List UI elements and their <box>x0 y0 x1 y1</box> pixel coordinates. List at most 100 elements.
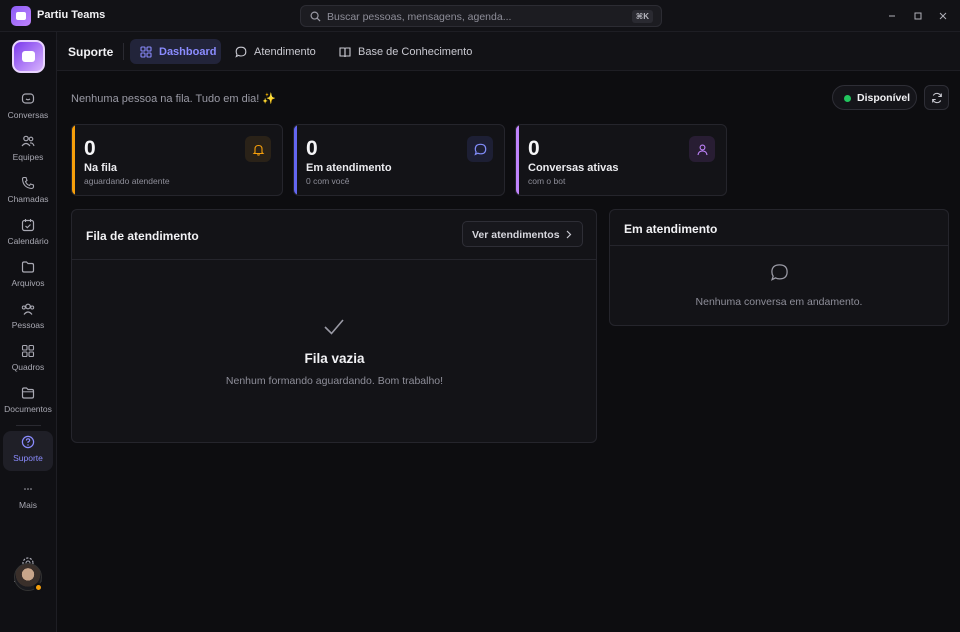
tab-label: Atendimento <box>254 45 316 58</box>
stat-label: Em atendimento <box>306 162 392 174</box>
chat-smile-icon <box>21 93 35 104</box>
empty-state-title: Fila vazia <box>304 351 365 366</box>
stat-accent-bar <box>294 125 297 195</box>
attending-panel: Em atendimento Nenhuma conversa em andam… <box>609 209 949 326</box>
sidebar: Conversas Equipes Chamadas Calendário Ar… <box>0 32 57 632</box>
view-attendances-button[interactable]: Ver atendimentos <box>462 221 583 247</box>
chat-icon <box>235 46 247 58</box>
search-icon <box>310 11 321 22</box>
stat-value: 0 <box>84 137 96 160</box>
close-button[interactable] <box>935 8 951 24</box>
search-shortcut-badge: ⌘K <box>631 10 653 23</box>
page-title: Suporte <box>68 45 114 59</box>
queue-status-text: Nenhuma pessoa na fila. Tudo em dia! ✨ <box>71 93 277 105</box>
sidebar-item-label: Pessoas <box>11 320 45 330</box>
stat-value: 0 <box>528 137 540 160</box>
sidebar-item-label: Arquivos <box>11 278 45 288</box>
empty-state-text: Nenhuma conversa em andamento. <box>695 296 863 308</box>
stat-icon-badge <box>245 136 271 162</box>
sidebar-item-equipes[interactable]: Equipes <box>3 130 53 170</box>
tab-base-de-conhecimento[interactable]: Base de Conhecimento <box>339 39 479 64</box>
empty-state-text: Nenhum formando aguardando. Bom trabalho… <box>225 375 444 387</box>
panel-divider <box>610 245 948 246</box>
sidebar-item-documentos[interactable]: Documentos <box>3 382 53 422</box>
folder-doc-icon <box>21 387 35 399</box>
stat-accent-bar <box>516 125 519 195</box>
check-icon <box>324 319 344 335</box>
stat-card-conversas-ativas: 0 Conversas ativas com o bot <box>515 124 727 196</box>
sidebar-item-mais[interactable]: Mais <box>3 478 53 518</box>
panel-title: Fila de atendimento <box>86 229 199 243</box>
header-divider <box>123 43 124 60</box>
sidebar-item-arquivos[interactable]: Arquivos <box>3 256 53 296</box>
sidebar-item-suporte[interactable]: Suporte <box>3 431 53 471</box>
stat-value: 0 <box>306 137 318 160</box>
availability-button[interactable]: Disponível <box>832 85 917 110</box>
more-icon <box>24 488 32 490</box>
sidebar-item-label: Quadros <box>11 362 45 372</box>
app-title: Partiu Teams <box>37 9 106 21</box>
stat-card-na-fila: 0 Na fila aguardando atendente <box>71 124 283 196</box>
search-input[interactable] <box>327 10 617 24</box>
people-icon <box>21 303 35 315</box>
refresh-button[interactable] <box>924 85 949 110</box>
grid-icon <box>21 344 35 358</box>
panel-divider <box>72 259 596 260</box>
sidebar-item-label: Equipes <box>12 152 44 162</box>
maximize-button[interactable] <box>910 8 926 24</box>
stat-card-em-atendimento: 0 Em atendimento 0 com você <box>293 124 505 196</box>
help-circle-icon <box>21 435 35 449</box>
refresh-icon <box>931 92 942 103</box>
stat-icon-badge <box>689 136 715 162</box>
minimize-button[interactable] <box>884 8 900 24</box>
tab-dashboard[interactable]: Dashboard <box>130 39 221 64</box>
button-label: Ver atendimentos <box>472 229 560 241</box>
sidebar-item-pessoas[interactable]: Pessoas <box>3 298 53 338</box>
grid-icon <box>140 45 152 58</box>
sidebar-item-chamadas[interactable]: Chamadas <box>3 172 53 212</box>
availability-dot <box>844 95 851 102</box>
users-icon <box>21 135 35 147</box>
sidebar-item-quadros[interactable]: Quadros <box>3 340 53 380</box>
sidebar-divider <box>16 425 41 426</box>
sidebar-item-label: Suporte <box>13 453 43 463</box>
user-icon <box>696 144 708 155</box>
queue-panel: Fila de atendimento Ver atendimentos Fil… <box>71 209 597 443</box>
title-bar: Partiu Teams ⌘K <box>0 0 960 32</box>
app-logo-icon[interactable] <box>12 40 45 73</box>
calendar-icon <box>21 219 35 232</box>
minimize-icon <box>889 15 895 17</box>
maximize-icon <box>914 12 922 20</box>
app-logo-icon <box>11 6 31 26</box>
panel-title: Em atendimento <box>624 222 718 236</box>
tab-label: Dashboard <box>159 45 217 58</box>
close-icon <box>939 12 947 20</box>
sidebar-item-label: Mais <box>19 500 37 510</box>
presence-status-dot <box>34 583 43 592</box>
chevron-right-icon <box>566 230 572 239</box>
sidebar-item-label: Documentos <box>4 404 52 414</box>
stat-subtext: 0 com você <box>306 176 350 186</box>
folder-icon <box>21 261 35 273</box>
chat-icon <box>473 143 486 156</box>
page-header: Suporte Dashboard Atendimento Base de Co… <box>57 32 960 71</box>
sidebar-item-label: Calendário <box>7 236 49 246</box>
tab-label: Base de Conhecimento <box>358 45 473 58</box>
book-icon <box>339 46 351 57</box>
availability-label: Disponível <box>857 92 911 104</box>
stat-icon-badge <box>467 136 493 162</box>
chat-icon <box>771 264 788 281</box>
stat-label: Conversas ativas <box>528 162 619 174</box>
global-search[interactable]: ⌘K <box>300 5 662 27</box>
phone-icon <box>21 176 35 190</box>
stat-label: Na fila <box>84 162 118 174</box>
sidebar-item-conversas[interactable]: Conversas <box>3 88 53 128</box>
stat-subtext: com o bot <box>528 176 566 186</box>
sidebar-item-label: Chamadas <box>7 194 49 204</box>
stat-accent-bar <box>72 125 75 195</box>
stat-subtext: aguardando atendente <box>84 176 170 186</box>
bell-icon <box>252 144 264 156</box>
sidebar-item-calendario[interactable]: Calendário <box>3 214 53 254</box>
tab-atendimento[interactable]: Atendimento <box>235 39 330 64</box>
sidebar-item-label: Conversas <box>7 110 49 120</box>
